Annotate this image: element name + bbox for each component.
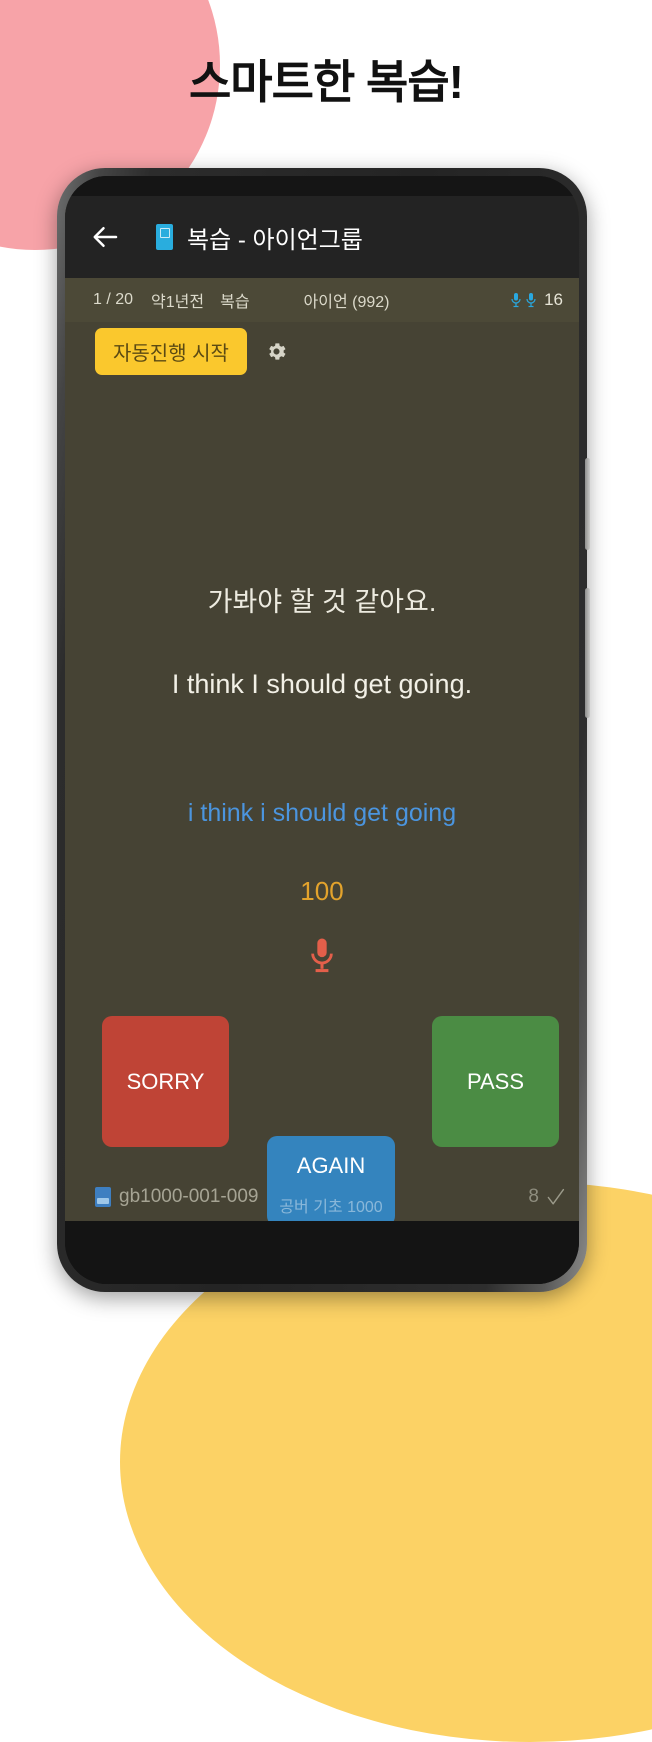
app-screen: 복습 - 아이언그룹 1 / 20 약1년전 복습 아이언 (992) 16 자… [65,196,579,1221]
autoplay-toolbar: 자동진행 시작 [65,328,579,375]
status-owner: 아이언 (992) [303,294,390,311]
gear-icon[interactable] [265,340,288,363]
page-title: 스마트한 복습! [188,56,464,108]
footer-left-group: gb1000-001-009 [95,1186,258,1208]
autoplay-start-button[interactable]: 자동진행 시작 [95,328,247,375]
phone-screen-frame: 복습 - 아이언그룹 1 / 20 약1년전 복습 아이언 (992) 16 자… [65,176,579,1284]
card-english-sentence: I think I should get going. [171,669,473,699]
book-app-icon [156,224,173,250]
phone-top-bezel [65,176,579,196]
phone-volume-button[interactable] [585,458,590,550]
card-score: 100 [300,876,344,906]
app-bar: 복습 - 아이언그룹 [65,196,579,278]
app-bar-title: 복습 - 아이언그룹 [187,226,363,254]
phone-bottom-bezel [65,1221,579,1284]
phone-mockup: 복습 - 아이언그룹 1 / 20 약1년전 복습 아이언 (992) 16 자… [57,168,590,1292]
card-korean-sentence: 가봐야 할 것 같아요. [207,587,437,617]
completed-count: 8 [528,1186,539,1207]
status-row: 1 / 20 약1년전 복습 아이언 (992) 16 [65,278,579,322]
again-button[interactable]: AGAIN 공버 기초 1000 [267,1136,395,1221]
status-mode: 복습 [220,294,250,311]
back-arrow-icon[interactable] [91,222,121,252]
again-button-label: AGAIN [296,1153,366,1178]
footer-right-group: 8 [528,1186,565,1208]
book-icon [95,1187,111,1207]
microphone-icon [511,292,521,307]
mic-count-group: 16 [510,290,563,310]
microphone-icon [526,292,536,307]
check-icon [547,1188,565,1205]
microphone-icon[interactable] [308,936,336,976]
status-card-index: 1 / 20 [93,291,134,308]
pass-button[interactable]: PASS [432,1016,559,1147]
phone-power-button[interactable] [585,588,590,718]
card-code: gb1000-001-009 [119,1186,259,1207]
card-recognized-speech: i think i should get going [187,799,457,827]
again-button-sublabel: 공버 기초 1000 [279,1199,383,1216]
mic-count-value: 16 [544,290,563,309]
sorry-button[interactable]: SORRY [102,1016,229,1147]
status-last-reviewed: 약1년전 [151,294,205,311]
